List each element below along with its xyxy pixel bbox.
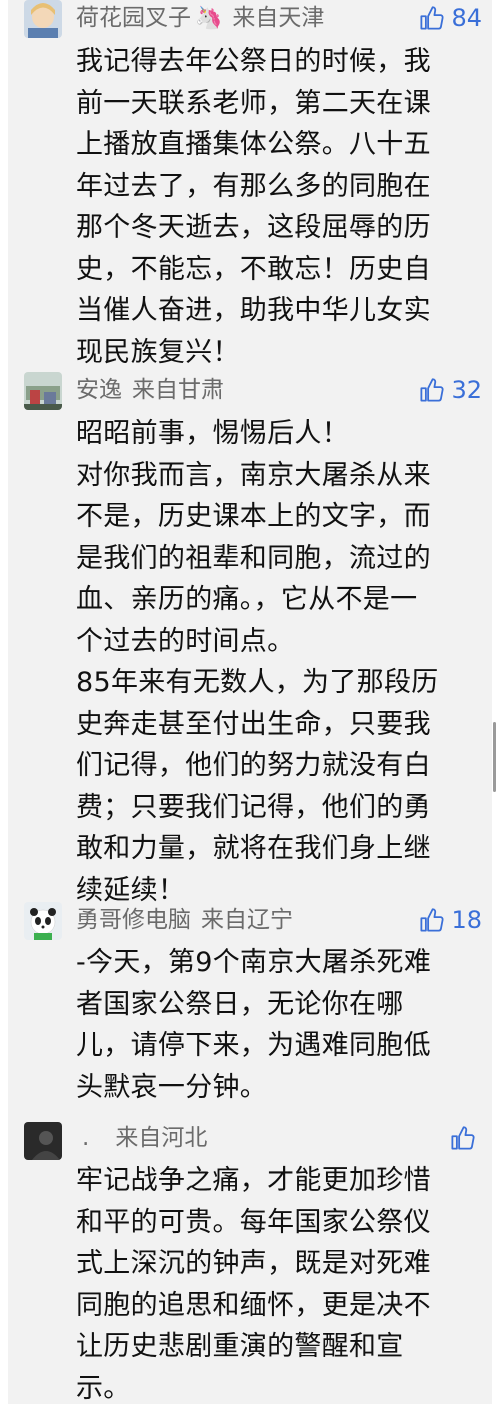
comment-meta: 安逸来自甘肃 [76, 370, 224, 410]
avatar-panda [24, 902, 62, 940]
text-line: 对你我而言，南京大屠杀从来 [76, 455, 484, 497]
username[interactable]: 安逸 [76, 377, 122, 403]
text-line: 史奔走甚至付出生命，只要我 [76, 704, 484, 746]
text-line: 让历史悲剧重演的警醒和宣 [76, 1326, 484, 1368]
avatar[interactable] [24, 0, 62, 38]
avatar[interactable] [24, 902, 62, 940]
location: 来自河北 [115, 1125, 207, 1151]
text-line: 儿，请停下来，为遇难同胞低 [76, 1025, 484, 1067]
thumbs-up-icon [418, 377, 445, 404]
comment-text: 我记得去年公祭日的时候，我 前一天联系老师，第二天在课 上播放直播集体公祭。八十… [76, 41, 484, 373]
text-line: 现民族复兴！ [76, 332, 484, 374]
text-line: 同胞的追思和缅怀，更是决不 [76, 1285, 484, 1327]
text-line: 85年来有无数人，为了那段历 [76, 662, 484, 704]
text-line: 不是，历史课本上的文字，而 [76, 496, 484, 538]
like-count: 18 [451, 906, 482, 934]
text-line: 当催人奋进，助我中华儿女实 [76, 290, 484, 332]
location: 来自天津 [232, 5, 324, 31]
avatar-photo [24, 372, 62, 410]
comment-text: 昭昭前事，惕惕后人！ 对你我而言，南京大屠杀从来 不是，历史课本上的文字，而 是… [76, 413, 484, 911]
like-button[interactable] [449, 1118, 482, 1158]
text-line: 血、亲历的痛。，它从不是一 [76, 579, 484, 621]
text-line: 式上深沉的钟声，既是对死难 [76, 1243, 484, 1285]
like-button[interactable]: 32 [418, 370, 482, 410]
username[interactable]: 荷花园叉子 [76, 5, 191, 31]
thumbs-up-icon [418, 5, 445, 32]
avatar-dark-photo [24, 1122, 62, 1160]
like-button[interactable]: 84 [418, 0, 482, 38]
location: 来自甘肃 [132, 377, 224, 403]
thumbs-up-icon [449, 1125, 476, 1152]
text-line: 牢记战争之痛，才能更加珍惜 [76, 1160, 484, 1202]
avatar-cartoon-girl [24, 0, 62, 38]
comment-text: 牢记战争之痛，才能更加珍惜 和平的可贵。每年国家公祭仪 式上深沉的钟声，既是对死… [76, 1160, 484, 1409]
username[interactable]: 勇哥修电脑 [76, 907, 191, 933]
avatar[interactable] [24, 372, 62, 410]
text-line: 和平的可贵。每年国家公祭仪 [76, 1202, 484, 1244]
text-line: -今天，第9个南京大屠杀死难 [76, 942, 484, 984]
comment-list: 荷花园叉子🦄 来自天津 84 我记得去年公祭日的时候，我 前一天联系老师，第二天在… [8, 0, 492, 1404]
text-line: 年过去了，有那么多的同胞在 [76, 166, 484, 208]
text-line: 们记得，他们的努力就没有白 [76, 745, 484, 787]
text-line: 示。 [76, 1368, 484, 1409]
text-line: 那个冬天逝去，这段屈辱的历 [76, 207, 484, 249]
text-line: 费；只要我们记得，他们的勇 [76, 787, 484, 829]
username[interactable]: . [82, 1125, 89, 1151]
text-line: 者国家公祭日，无论你在哪 [76, 984, 484, 1026]
text-line: 我记得去年公祭日的时候，我 [76, 41, 484, 83]
comment-meta: 勇哥修电脑来自辽宁 [76, 900, 293, 940]
text-line: 是我们的祖辈和同胞，流过的 [76, 538, 484, 580]
unicorn-icon: 🦄 [195, 6, 222, 31]
scrollbar[interactable] [493, 722, 496, 792]
text-line: 个过去的时间点。 [76, 621, 484, 663]
text-line: 敢和力量，就将在我们身上继 [76, 828, 484, 870]
comment-text: -今天，第9个南京大屠杀死难 者国家公祭日，无论你在哪 儿，请停下来，为遇难同胞… [76, 942, 484, 1108]
thumbs-up-icon [418, 907, 445, 934]
comment-meta: . 来自河北 [76, 1118, 207, 1158]
text-line: 昭昭前事，惕惕后人！ [76, 413, 484, 455]
comment-meta: 荷花园叉子🦄 来自天津 [76, 0, 324, 38]
avatar[interactable] [24, 1122, 62, 1160]
location: 来自辽宁 [201, 907, 293, 933]
like-button[interactable]: 18 [418, 900, 482, 940]
like-count: 84 [451, 4, 482, 32]
like-count: 32 [451, 376, 482, 404]
text-line: 头默哀一分钟。 [76, 1067, 484, 1109]
text-line: 前一天联系老师，第二天在课 [76, 83, 484, 125]
text-line: 上播放直播集体公祭。八十五 [76, 124, 484, 166]
text-line: 史，不能忘，不敢忘！历史自 [76, 249, 484, 291]
